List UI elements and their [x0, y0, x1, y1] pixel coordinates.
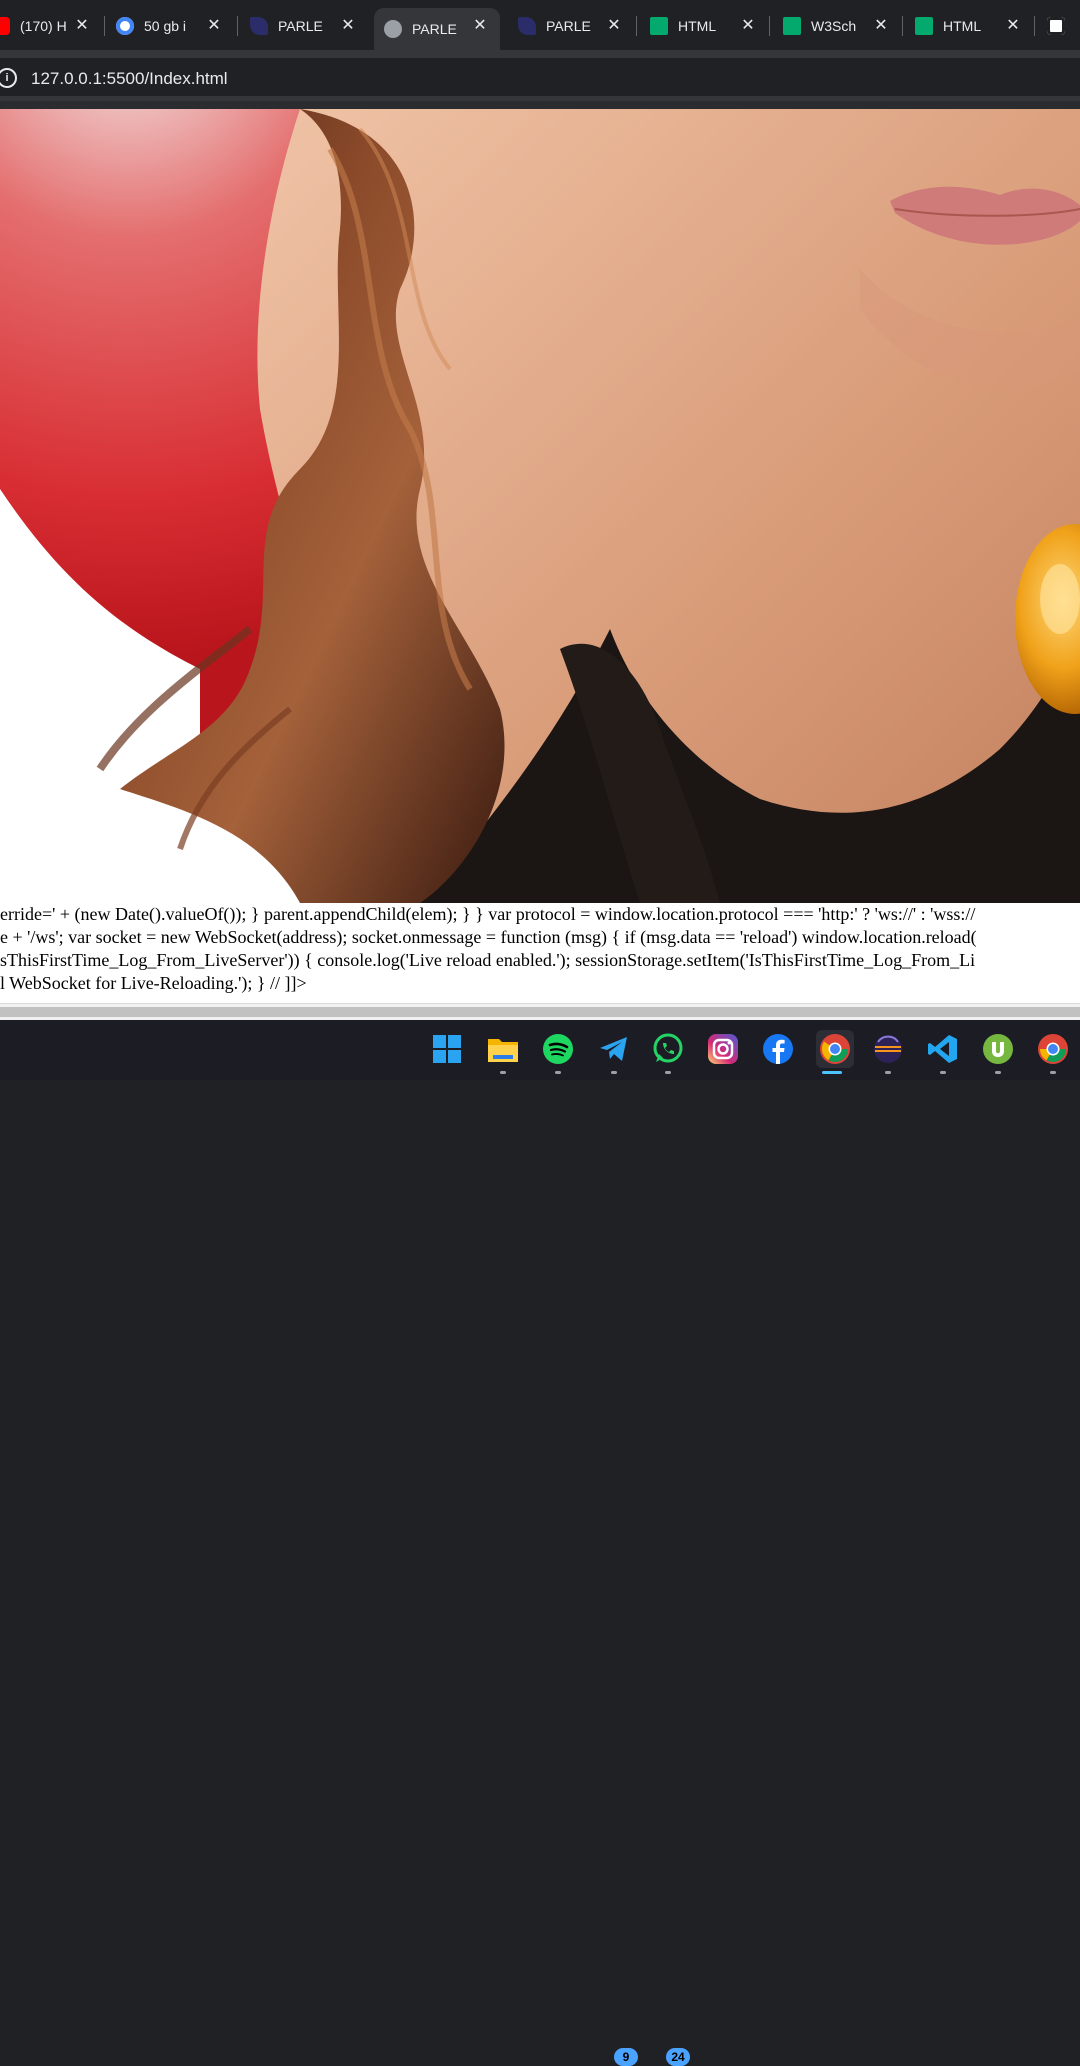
code-line: l WebSocket for Live-Reloading.'); } // …: [0, 973, 307, 993]
tab-label: PARLE: [278, 18, 323, 34]
close-icon[interactable]: ✕: [738, 16, 758, 36]
w3schools-icon: [915, 17, 933, 35]
tab-label: HTML: [678, 18, 717, 34]
chrome-icon[interactable]: [816, 1030, 854, 1068]
notification-badge: 9: [614, 2048, 638, 2066]
running-indicator: [555, 1071, 561, 1074]
utorrent-icon[interactable]: [981, 1032, 1015, 1066]
tab-parle-1[interactable]: PARLE ✕: [250, 8, 368, 44]
parle-icon: [518, 17, 536, 35]
horizontal-scrollbar[interactable]: [0, 1003, 1080, 1021]
w3schools-icon: [650, 17, 668, 35]
tab-parle-2[interactable]: PARLE ✕: [518, 8, 634, 44]
taskbar: 9 24: [0, 1020, 1080, 2066]
parle-icon: [250, 17, 268, 35]
file-explorer-icon[interactable]: [486, 1032, 520, 1066]
tab-separator: [902, 16, 903, 36]
tab-label: PARLE: [412, 21, 457, 37]
telegram-icon[interactable]: [597, 1032, 631, 1066]
active-app-indicator: [822, 1071, 842, 1074]
toolbar-divider: [0, 101, 1080, 109]
youtube-icon: [0, 17, 10, 35]
tab-google[interactable]: 50 gb i ✕: [116, 8, 234, 44]
scrollbar-thumb[interactable]: [0, 1007, 1080, 1017]
close-icon[interactable]: ✕: [338, 16, 358, 36]
page-code-text: erride=' + (new Date().valueOf()); } par…: [0, 903, 1080, 1003]
tab-label: W3Sch: [811, 18, 857, 34]
close-icon[interactable]: ✕: [604, 16, 624, 36]
tab-separator: [1034, 16, 1035, 36]
running-indicator: [885, 1071, 891, 1074]
tab-separator: [104, 16, 105, 36]
whatsapp-icon[interactable]: [651, 1032, 685, 1066]
chrome-icon[interactable]: [1036, 1032, 1070, 1066]
tab-label: HTML: [943, 18, 982, 34]
tab-separator: [769, 16, 770, 36]
running-indicator: [665, 1071, 671, 1074]
windows-start-icon[interactable]: [430, 1032, 464, 1066]
tab-strip: (170) H ✕ 50 gb i ✕ PARLE ✕ PARLE ✕ PARL…: [0, 0, 1080, 50]
code-line: erride=' + (new Date().valueOf()); } par…: [0, 904, 976, 924]
eclipse-icon[interactable]: [871, 1032, 905, 1066]
tab-w3-html-2[interactable]: HTML ✕: [915, 8, 1033, 44]
tab-parle-active[interactable]: PARLE ✕: [374, 8, 500, 50]
code-line: e + '/ws'; var socket = new WebSocket(ad…: [0, 927, 977, 947]
vscode-icon[interactable]: [926, 1032, 960, 1066]
running-indicator: [1050, 1071, 1056, 1074]
url-text[interactable]: 127.0.0.1:5500/Index.html: [31, 69, 228, 89]
tab-w3-html-1[interactable]: HTML ✕: [650, 8, 768, 44]
running-indicator: [995, 1071, 1001, 1074]
w3schools-icon: [783, 17, 801, 35]
tab-w3schools[interactable]: W3Sch ✕: [783, 8, 901, 44]
chatgpt-icon: [1047, 17, 1065, 35]
close-icon[interactable]: ✕: [1003, 16, 1023, 36]
close-icon[interactable]: ✕: [871, 16, 891, 36]
tab-label: PARLE: [546, 18, 591, 34]
close-icon[interactable]: ✕: [470, 16, 490, 36]
code-line: sThisFirstTime_Log_From_LiveServer')) { …: [0, 950, 976, 970]
running-indicator: [500, 1071, 506, 1074]
running-indicator: [940, 1071, 946, 1074]
google-icon: [116, 17, 134, 35]
globe-icon: [384, 20, 402, 38]
hero-image: [0, 109, 1080, 903]
notification-badge: 24: [666, 2048, 690, 2066]
close-icon[interactable]: ✕: [204, 16, 224, 36]
hero-photo: [0, 109, 1080, 903]
spotify-icon[interactable]: [541, 1032, 575, 1066]
running-indicator: [611, 1071, 617, 1074]
tab-chatgpt[interactable]: [1047, 8, 1080, 44]
facebook-icon[interactable]: [761, 1032, 795, 1066]
tab-label: 50 gb i: [144, 18, 187, 34]
tab-youtube[interactable]: (170) H ✕: [0, 8, 102, 44]
tab-separator: [636, 16, 637, 36]
tab-separator: [237, 16, 238, 36]
close-icon[interactable]: ✕: [72, 16, 92, 36]
instagram-icon[interactable]: [706, 1032, 740, 1066]
